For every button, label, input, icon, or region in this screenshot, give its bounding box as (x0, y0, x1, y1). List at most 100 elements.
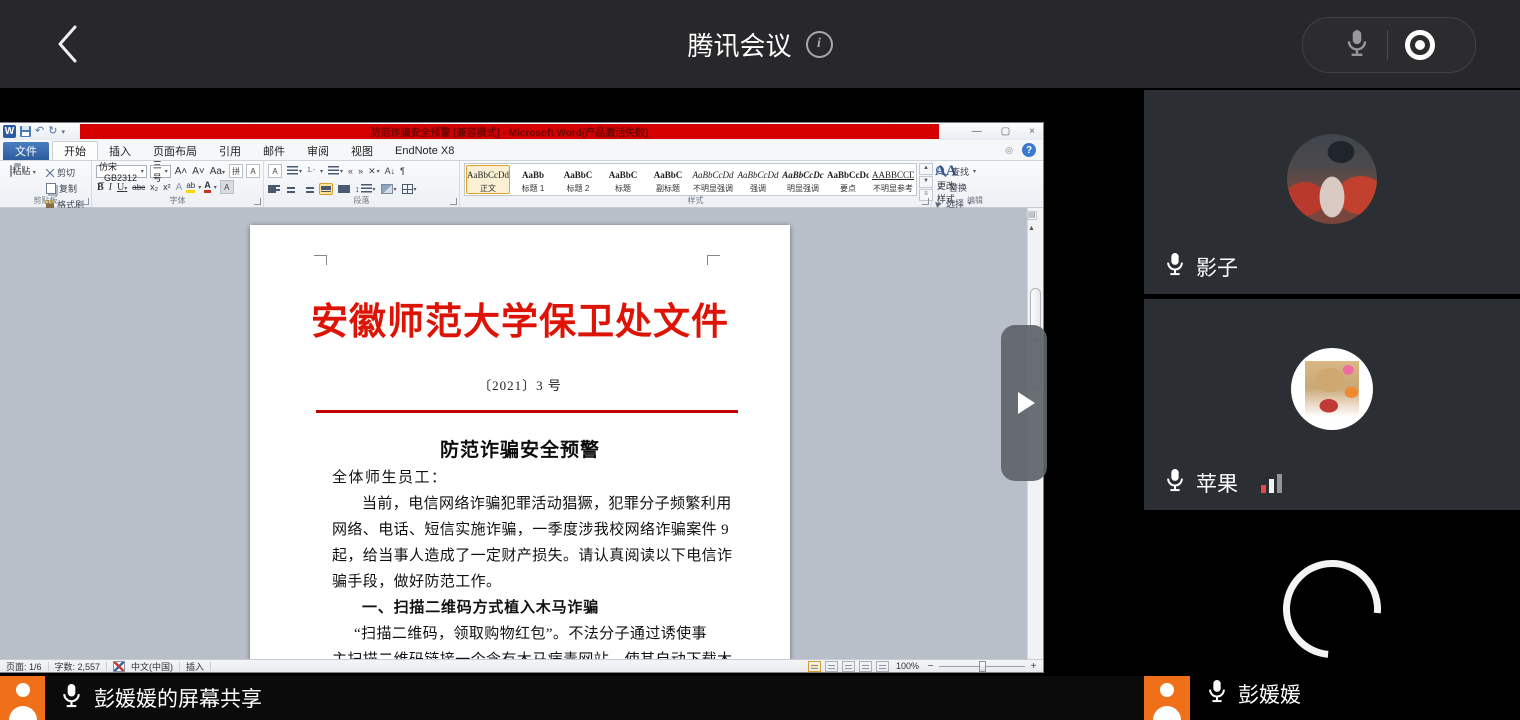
tab-endnote[interactable]: EndNote X8 (384, 142, 465, 160)
tab-insert[interactable]: 插入 (98, 142, 142, 160)
undo-icon[interactable]: ↶ (35, 126, 44, 137)
restore-button[interactable]: ▢ (1001, 127, 1010, 137)
align-center-button[interactable] (285, 184, 297, 194)
borders-button[interactable]: ▾ (402, 184, 417, 194)
line-spacing-button[interactable]: ↕▾ (355, 184, 376, 194)
underline-button[interactable]: U▾ (116, 182, 128, 193)
help-icon[interactable]: ? (1022, 143, 1036, 157)
cjk-layout-button[interactable]: ✕▾ (368, 166, 380, 177)
replace-button[interactable]: ↔ 替换 (936, 181, 1015, 194)
style-emphasis[interactable]: AaBbCcDd强调 (736, 165, 780, 194)
view-fullscreen-icon[interactable] (825, 661, 838, 672)
proofing-status-icon[interactable] (113, 661, 125, 672)
align-left-button[interactable] (268, 184, 280, 194)
status-insert-mode[interactable]: 插入 (180, 660, 210, 673)
redo-icon[interactable]: ↻ (48, 126, 57, 137)
status-language[interactable]: 中文(中国) (125, 660, 179, 673)
tab-references[interactable]: 引用 (208, 142, 252, 160)
minimize-button[interactable]: — (972, 127, 982, 137)
document-page[interactable]: 安徽师范大学保卫处文件 〔2021〕3 号 防范诈骗安全预警 全体师生员工： 当… (250, 225, 790, 659)
highlight-color-button[interactable]: ab (186, 182, 195, 193)
character-shading-icon[interactable]: A (220, 180, 234, 194)
increase-indent-icon[interactable]: » (358, 166, 363, 176)
microphone-icon[interactable] (60, 682, 83, 714)
zoom-in-icon[interactable]: + (1029, 662, 1038, 671)
zoom-slider[interactable] (939, 661, 1025, 672)
style-subtitle[interactable]: AaBbC副标题 (646, 165, 690, 194)
bold-button[interactable]: B (96, 182, 105, 193)
minimize-ribbon-icon[interactable]: ◎ (1005, 145, 1013, 156)
shrink-font-button[interactable]: A˅ (191, 166, 206, 177)
copy-button[interactable]: 复制 (46, 182, 88, 195)
style-intense-emphasis[interactable]: AaBbCcDc明显强调 (781, 165, 825, 194)
multilevel-list-button[interactable]: ▾ (328, 166, 343, 176)
paste-button[interactable]: 粘贴 ▾ (5, 164, 41, 177)
status-page[interactable]: 页面: 1/6 (0, 660, 48, 673)
bullets-button[interactable]: ▾ (287, 166, 302, 176)
font-color-button[interactable]: A (204, 181, 211, 193)
tab-file[interactable]: 文件 (3, 142, 49, 160)
italic-button[interactable]: I (108, 182, 113, 193)
dialog-launcher-icon[interactable] (82, 198, 89, 205)
view-web-layout-icon[interactable] (842, 661, 855, 672)
style-heading1[interactable]: AaBb标题 1 (511, 165, 555, 194)
participant-tile[interactable]: 影子 (1144, 90, 1520, 294)
show-marks-button[interactable]: ¶ (400, 166, 405, 176)
gallery-up-icon[interactable]: ▲ (919, 163, 933, 175)
asian-layout-icon[interactable]: A (268, 164, 282, 178)
font-name-combo[interactable]: 仿宋_GB2312▾ (96, 165, 147, 178)
participant-tile[interactable]: 彭媛媛 (1144, 514, 1520, 720)
record-icon[interactable] (1405, 30, 1435, 60)
view-print-layout-icon[interactable] (808, 661, 821, 672)
find-button[interactable]: 查找▾ (936, 165, 1015, 178)
back-icon[interactable] (52, 24, 82, 64)
change-case-button[interactable]: Aa▾ (209, 166, 226, 177)
save-icon[interactable] (20, 126, 31, 137)
superscript-button[interactable]: x² (162, 182, 172, 192)
dialog-launcher-icon[interactable] (450, 198, 457, 205)
word-logo-icon[interactable]: W (3, 125, 16, 138)
view-outline-icon[interactable] (859, 661, 872, 672)
dialog-launcher-icon[interactable] (254, 198, 261, 205)
scroll-up-icon[interactable]: ▲ (1028, 225, 1035, 232)
numbering-button[interactable]: 1.-▾ (307, 166, 323, 176)
justify-button[interactable] (319, 183, 333, 195)
subscript-button[interactable]: x₂ (149, 182, 159, 192)
zoom-slider-thumb[interactable] (979, 661, 986, 672)
align-right-button[interactable] (302, 184, 314, 194)
shading-button[interactable]: ▾ (381, 184, 397, 194)
gallery-down-icon[interactable]: ▼ (919, 176, 933, 188)
style-title[interactable]: AaBbC标题 (601, 165, 645, 194)
cut-button[interactable]: 剪切 (46, 166, 88, 179)
pinyin-guide-icon[interactable]: 拼 (229, 164, 243, 178)
tab-review[interactable]: 审阅 (296, 142, 340, 160)
text-effects-icon[interactable]: A (175, 182, 184, 193)
view-draft-icon[interactable] (876, 661, 889, 672)
sort-button[interactable]: A↓ (385, 166, 396, 176)
close-button[interactable]: × (1029, 127, 1035, 137)
style-heading2[interactable]: AaBbC标题 2 (556, 165, 600, 194)
participant-tile[interactable]: 苹果 (1144, 299, 1520, 510)
style-normal[interactable]: AaBbCcDd正文 (466, 165, 510, 194)
style-strong[interactable]: AaBbCcDc要点 (826, 165, 870, 194)
distribute-button[interactable] (338, 184, 350, 194)
tab-home[interactable]: 开始 (52, 141, 98, 160)
font-size-combo[interactable]: 三号▾ (150, 165, 171, 178)
qat-dropdown-icon[interactable]: ▾ (61, 128, 65, 136)
style-subtle-emphasis[interactable]: AaBbCcDd不明显强调 (691, 165, 735, 194)
microphone-icon[interactable] (1344, 28, 1370, 63)
decrease-indent-icon[interactable]: « (348, 166, 353, 176)
tab-mailings[interactable]: 邮件 (252, 142, 296, 160)
ruler-toggle-icon[interactable]: ▤ (1028, 211, 1037, 220)
info-icon[interactable]: i (806, 31, 833, 58)
style-subtle-reference[interactable]: AABBCCDD不明显参考 (871, 165, 915, 194)
zoom-level[interactable]: 100% (893, 661, 922, 671)
tab-view[interactable]: 视图 (340, 142, 384, 160)
grow-font-button[interactable]: A˄ (174, 166, 189, 177)
sidebar-expand-handle[interactable] (1001, 325, 1047, 481)
character-border-icon[interactable]: A (246, 164, 260, 178)
status-wordcount[interactable]: 字数: 2,557 (49, 660, 107, 673)
strikethrough-button[interactable]: abc (131, 183, 146, 192)
zoom-out-icon[interactable]: − (926, 662, 935, 671)
dialog-launcher-icon[interactable] (922, 198, 929, 205)
